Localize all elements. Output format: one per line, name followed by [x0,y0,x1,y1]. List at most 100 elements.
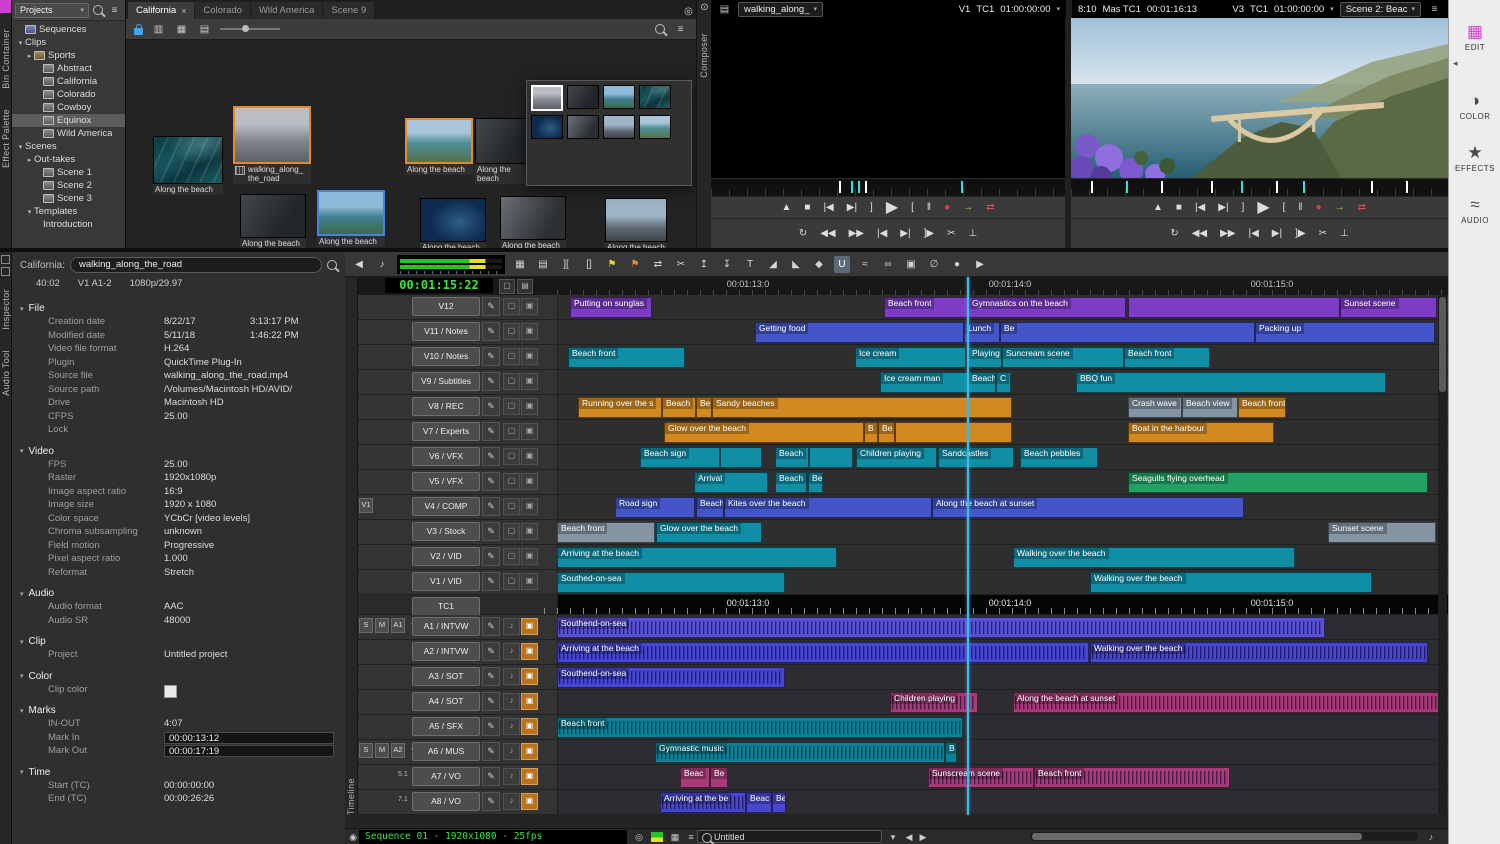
timeline-clip-be[interactable]: Be [1000,322,1255,343]
bin-tab-california[interactable]: California× [128,2,194,19]
section-header-file[interactable]: ▾File [12,301,345,316]
tree-item-scene-1[interactable]: Scene 1 [12,166,125,179]
section-header-video[interactable]: ▾Video [12,444,345,459]
view-toggle[interactable]: ▤ [517,279,533,294]
tab-inspector[interactable]: Inspector [0,279,11,340]
timeline-clip-kites-over-the-beach[interactable]: Kites over the beach [724,497,932,518]
track-lock-icon[interactable]: ▢ [503,448,520,465]
source-position-bar[interactable] [711,178,1065,196]
collapse-panel-icon[interactable]: ◂ [1453,58,1500,69]
track-edit-icon[interactable]: ✎ [482,742,500,761]
nudge-left-button[interactable]: ◀ [351,256,367,273]
timeline-clip-beach[interactable]: Beach [696,497,724,518]
trim-right-button[interactable]: [] [581,256,597,273]
cut-button[interactable]: ✂ [673,256,689,273]
track-monitor-icon[interactable]: ▣ [521,473,538,490]
track-edit-icon[interactable]: ✎ [482,617,500,636]
timeline-clip-ice-cream[interactable]: Ice cream [855,347,966,368]
master-timecode-display[interactable]: 00:01:15:22 [385,278,493,293]
tree-item-scenes[interactable]: ▾Scenes [12,140,125,153]
track-select-v12[interactable]: V12 [412,297,480,316]
section-header-marks[interactable]: ▾Marks [12,703,345,718]
source-monitor-image[interactable] [711,18,1065,178]
track-edit-icon[interactable]: ✎ [482,667,500,686]
pause-button[interactable]: ‖ [1298,203,1302,213]
play-to-out-button[interactable]: ]▶ [924,229,934,239]
section-header-clip[interactable]: ▾Clip [12,634,345,649]
go-to-start-button[interactable]: |◀ [877,229,887,239]
match-frame-button[interactable]: ▣ [903,256,919,273]
timeline-clip-be[interactable]: Be [696,397,712,418]
timeline-clip-playing[interactable]: Playing [968,347,1002,368]
tree-item-wild-america[interactable]: Wild America [12,127,125,140]
window-target-icon[interactable]: ⊙ [697,0,712,15]
timeline-clip-sunscream-scene[interactable]: Sunscream scene [928,767,1034,788]
patch-chip-v1[interactable]: V1 [359,498,373,513]
track-select-a5[interactable]: A5 / SFX [412,717,480,736]
patch-chip-m[interactable]: M [375,743,389,758]
track-monitor-icon[interactable]: ▣ [521,423,538,440]
track-monitor-icon[interactable]: ▣ [521,498,538,515]
grid-view-icon[interactable]: ▦ [174,22,189,37]
loop-play-button[interactable]: ↻ [1170,229,1178,239]
timeline-clip-be[interactable]: Be [772,792,786,813]
track-lock-icon[interactable]: ▢ [503,548,520,565]
bin-clip-along-the-beach[interactable]: Along the beach [605,198,667,248]
overwrite-button[interactable]: ⇄ [1358,203,1366,213]
track-select-a8[interactable]: A8 / VO [412,792,480,811]
track-edit-icon[interactable]: ✎ [482,322,500,341]
snap-magnet-button[interactable]: U [834,256,850,273]
track-select-v9[interactable]: V9 / Subtitles [412,372,480,391]
timeline-clip-southend-on-sea[interactable]: Southend-on-sea [557,667,785,688]
mark-out-button[interactable]: ] [870,203,873,213]
marker-orange-button[interactable]: ⚑ [627,256,643,273]
waveform-toggle-button[interactable]: ≈ [857,256,873,273]
track-edit-icon[interactable]: ✎ [482,372,500,391]
clip-name-input[interactable]: walking_along_the_road [70,257,322,273]
tray-thumbnail[interactable] [531,115,563,139]
timeline-clip-children-playing[interactable]: Children playing [890,692,978,713]
play-to-out-button[interactable]: ]▶ [1295,229,1305,239]
playhead[interactable] [967,277,969,815]
patch-chip-s[interactable]: S [359,618,373,633]
source-clip-dropdown[interactable]: walking_along_ ▾ [738,2,823,17]
track-edit-icon[interactable]: ✎ [482,497,500,516]
timeline-clip-getting-food[interactable]: Getting food [755,322,964,343]
bin-clip-along-the-beach[interactable]: Along the beach [420,198,486,248]
timeline-clip-beach-front[interactable]: Beach front [557,522,655,543]
overwrite-button[interactable]: ⇄ [986,203,994,213]
track-select-v2[interactable]: V2 / VID [412,547,480,566]
timeline-clip-beach-pebbles[interactable]: Beach pebbles [1020,447,1098,468]
mark-out-button[interactable]: ] [1242,203,1245,213]
timeline-clip-along-the-beach-at-sunset[interactable]: Along the beach at sunset [932,497,1244,518]
scene-dropdown[interactable]: Scene 2: Beac ▾ [1340,2,1421,17]
record-button[interactable]: ● [1316,203,1322,213]
projects-dropdown[interactable]: Projects ▾ [15,3,89,18]
rewind-button[interactable]: ◀◀ [1192,229,1207,239]
render-status-button[interactable]: ● [949,256,965,273]
scrollbar-thumb[interactable] [1439,297,1446,392]
stop-button[interactable]: ■ [804,203,810,213]
track-edit-icon[interactable]: ✎ [482,717,500,736]
patch-chip-s[interactable]: S [359,743,373,758]
scroll-right-icon[interactable]: ▶ [915,830,931,844]
timeline-clip-beach-view[interactable]: Beach view [1182,397,1238,418]
timeline-clip-arriving-at-the-beach[interactable]: Arriving at the beach [557,642,1089,663]
section-header-color[interactable]: ▾Color [12,669,345,684]
track-lock-icon[interactable]: ▢ [503,423,520,440]
scrollbar-thumb[interactable] [1032,833,1362,840]
timeline-clip-walking-over-the-beach[interactable]: Walking over the beach [1013,547,1295,568]
tree-item-sports[interactable]: ▸Sports [12,49,125,62]
track-voice-icon[interactable]: ▣ [521,668,538,685]
track-waveform-icon[interactable]: ♪ [503,743,520,760]
timeline-clip-beach[interactable]: Beach [775,472,807,493]
grid-icon[interactable]: ▦ [667,830,683,844]
track-waveform-icon[interactable]: ♪ [503,643,520,660]
record-button[interactable]: ● [944,203,950,213]
record-position-bar[interactable] [1071,178,1448,196]
section-header-time[interactable]: ▾Time [12,765,345,780]
track-voice-icon[interactable]: ▣ [521,743,538,760]
timeline-clip-segment[interactable] [895,422,1012,443]
bin-clip-along-the-beach[interactable]: Along the beach [475,118,531,184]
step-back-button[interactable]: |◀ [823,203,833,213]
